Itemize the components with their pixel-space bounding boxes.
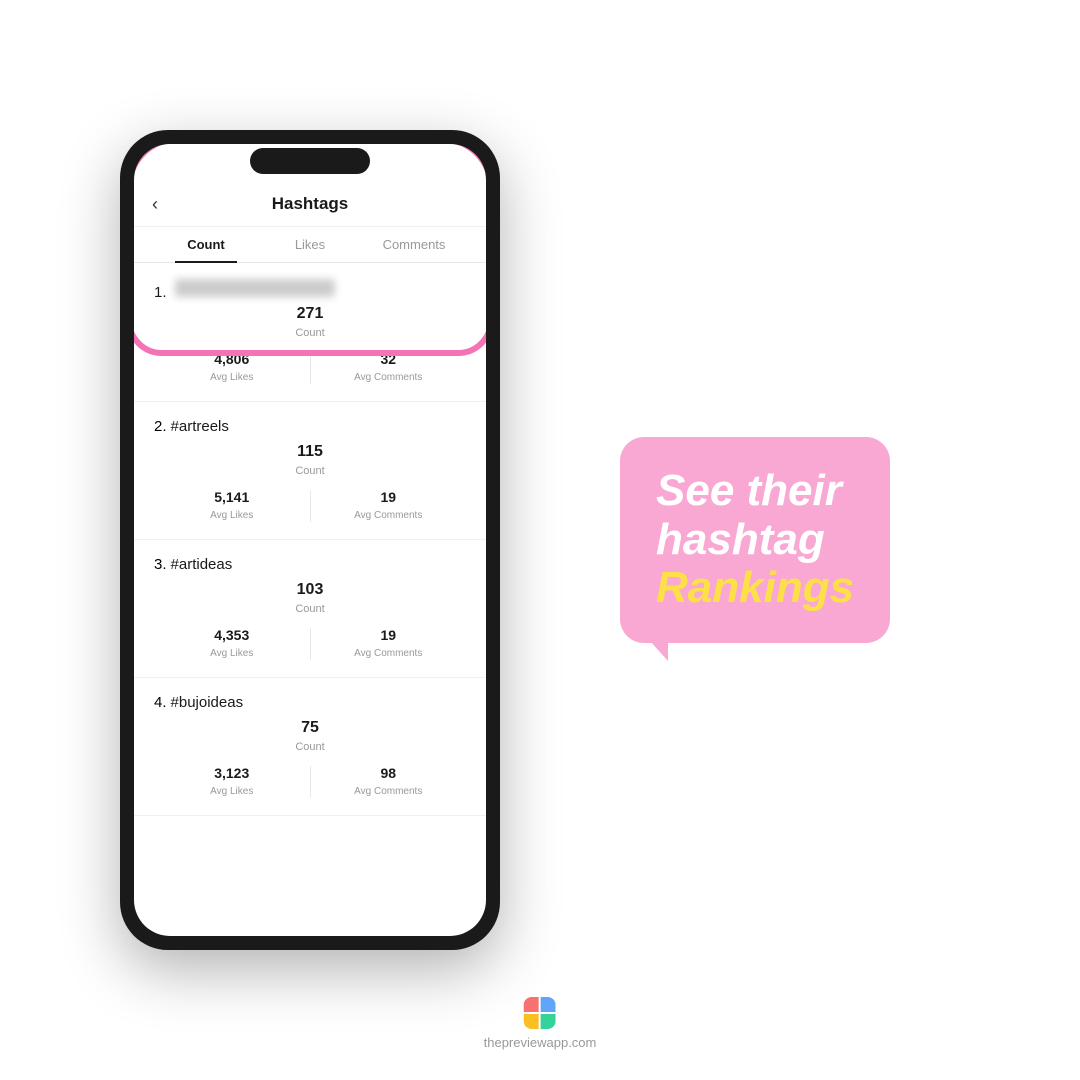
back-button[interactable]: ‹ [152,194,158,215]
stats-row-3: 4,353 Avg Likes 19 Avg Comments [154,627,466,661]
avg-likes-box-4: 3,123 Avg Likes [154,765,310,799]
promo-line2: hashtag [656,516,854,564]
tab-likes[interactable]: Likes [258,227,362,262]
promo-card: See their hashtag Rankings [620,437,890,642]
hashtag-item-2: 2. #artreels 115 Count 5,141 Avg Likes [134,402,486,540]
count-label-2: Count [295,465,324,477]
hashtag-rank-4: 4. [154,694,167,719]
avg-likes-box-1: 4,806 Avg Likes [154,351,310,385]
footer: thepreviewapp.com [484,997,597,1050]
stats-row-1: 4,806 Avg Likes 32 Avg Comments [154,351,466,385]
page-title: Hashtags [272,194,349,214]
promo-section: See their hashtag Rankings [600,417,1000,662]
avg-likes-value-3: 4,353 [154,627,310,643]
count-center-1: 271 Count [154,305,466,341]
count-number-4: 75 [154,719,466,737]
hashtag-name-2: #artreels [171,418,229,435]
hashtag-rank-2: 2. [154,418,167,443]
hashtag-rank-1: 1. [154,284,167,301]
count-label-4: Count [295,741,324,753]
avg-comments-value-2: 19 [311,489,467,505]
avg-likes-value-1: 4,806 [154,351,310,367]
logo-quadrant-4 [541,1014,556,1029]
avg-comments-box-2: 19 Avg Comments [311,489,467,523]
avg-likes-box-2: 5,141 Avg Likes [154,489,310,523]
hashtag-rank-3: 3. [154,556,167,581]
avg-likes-label-4: Avg Likes [210,786,253,797]
hashtag-list: 1. 271 Count 4,806 Avg Likes [134,263,486,935]
app-logo [524,997,556,1029]
tab-count[interactable]: Count [154,227,258,262]
hashtag-item-1: 1. 271 Count 4,806 Avg Likes [134,263,486,402]
hashtag-item-3: 3. #artideas 103 Count 4,353 Avg Likes [134,540,486,678]
promo-line1: See their [656,467,854,515]
hashtag-name-1-blurred [175,279,335,297]
avg-comments-box-4: 98 Avg Comments [311,765,467,799]
avg-likes-value-4: 3,123 [154,765,310,781]
logo-quadrant-1 [524,997,539,1012]
avg-likes-label-2: Avg Likes [210,510,253,521]
tab-comments[interactable]: Comments [362,227,466,262]
phone-screen: ‹ Hashtags Count Likes Comments [134,144,486,936]
count-number-2: 115 [154,443,466,461]
avg-comments-box-1: 32 Avg Comments [311,351,467,385]
count-center-4: 75 Count [154,719,466,755]
avg-likes-label-3: Avg Likes [210,648,253,659]
phone-wrapper: ‹ Hashtags Count Likes Comments [80,90,540,990]
avg-comments-label-3: Avg Comments [354,648,422,659]
promo-line3: Rankings [656,564,854,612]
avg-comments-value-4: 98 [311,765,467,781]
avg-likes-label-1: Avg Likes [210,372,253,383]
stats-row-2: 5,141 Avg Likes 19 Avg Comments [154,489,466,523]
count-number-3: 103 [154,581,466,599]
count-center-3: 103 Count [154,581,466,617]
avg-likes-box-3: 4,353 Avg Likes [154,627,310,661]
footer-url: thepreviewapp.com [484,1035,597,1050]
count-number-1: 271 [154,305,466,323]
avg-comments-value-3: 19 [311,627,467,643]
hashtag-name-4: #bujoideas [171,694,244,711]
count-label-3: Count [295,603,324,615]
avg-comments-value-1: 32 [311,351,467,367]
logo-quadrant-3 [524,1014,539,1029]
avg-comments-label-2: Avg Comments [354,510,422,521]
avg-comments-label-1: Avg Comments [354,372,422,383]
hashtag-item-4: 4. #bujoideas 75 Count 3,123 Avg Likes [134,678,486,816]
avg-comments-box-3: 19 Avg Comments [311,627,467,661]
count-label-1: Count [295,327,324,339]
stats-row-4: 3,123 Avg Likes 98 Avg Comments [154,765,466,799]
avg-likes-value-2: 5,141 [154,489,310,505]
tabs-row: Count Likes Comments [134,227,486,263]
phone-shell: ‹ Hashtags Count Likes Comments [120,130,500,950]
canvas: ‹ Hashtags Count Likes Comments [0,0,1080,1080]
hashtag-name-3: #artideas [171,556,233,573]
phone-notch [250,148,370,174]
logo-quadrant-2 [541,997,556,1012]
count-center-2: 115 Count [154,443,466,479]
avg-comments-label-4: Avg Comments [354,786,422,797]
